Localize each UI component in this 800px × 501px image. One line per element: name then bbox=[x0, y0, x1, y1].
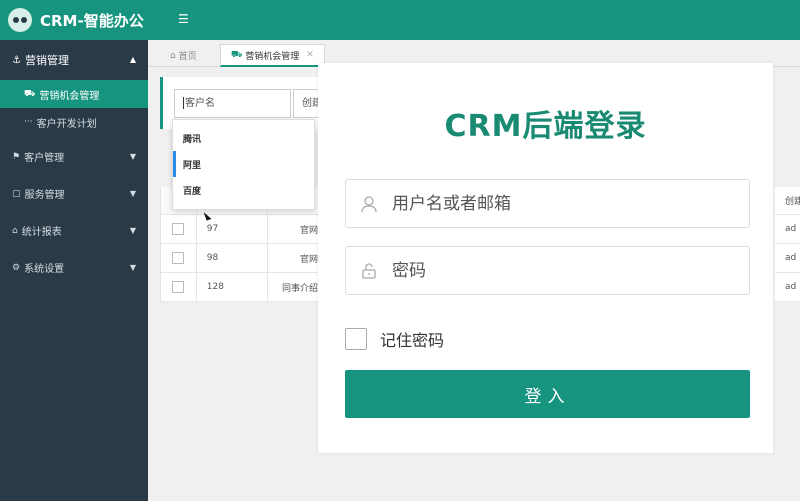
monitor-icon: ▢ bbox=[12, 188, 21, 199]
sidebar-item-label: 营销机会管理 bbox=[39, 90, 100, 102]
cell-source: 同事介绍 bbox=[281, 283, 318, 294]
caret-down-icon: ▼ bbox=[129, 263, 136, 272]
login-title: CRM后端登录 bbox=[444, 109, 647, 144]
sidebar-item-label: 客户开发计划 bbox=[36, 118, 97, 130]
table-right-column: 创建 ad ad ad bbox=[775, 187, 800, 302]
ellipsis-icon: ··· bbox=[24, 117, 33, 127]
login-panel: CRM后端登录 记住密码 登入 bbox=[318, 63, 773, 453]
cell-source: 官网 bbox=[299, 225, 318, 236]
sidebar-item-opportunity[interactable]: ⛟ 营销机会管理 bbox=[0, 80, 148, 108]
sidebar-item-service[interactable]: ▢ 服务管理 ▼ bbox=[0, 175, 148, 212]
cell-id: 128 bbox=[197, 273, 269, 301]
suggestion-item[interactable]: 腾讯 bbox=[173, 125, 314, 151]
anchor-icon: ⚓ bbox=[12, 54, 21, 66]
sidebar-section-marketing[interactable]: ⚓ 营销管理 ▲ bbox=[0, 40, 148, 80]
home-icon: ⌂ bbox=[12, 225, 18, 236]
tab-home[interactable]: ⌂ 首页 bbox=[160, 44, 207, 67]
gears-icon: ⚙ bbox=[12, 262, 21, 273]
sidebar-item-reports[interactable]: ⌂ 统计报表 ▼ bbox=[0, 212, 148, 249]
cell-creator: ad bbox=[775, 215, 800, 244]
username-field[interactable] bbox=[345, 179, 750, 228]
caret-down-icon: ▼ bbox=[129, 189, 136, 198]
top-bar: CRM-智能办公 ☰ bbox=[0, 0, 800, 40]
password-input[interactable] bbox=[392, 260, 732, 281]
column-header-creator: 创建 bbox=[775, 187, 800, 215]
row-checkbox[interactable] bbox=[172, 223, 185, 235]
caret-down-icon: ▼ bbox=[129, 226, 136, 235]
sidebar-section-label: 营销管理 bbox=[24, 54, 69, 67]
flag-icon: ⚑ bbox=[12, 151, 21, 162]
lock-icon bbox=[346, 262, 392, 280]
car-icon: ⛟ bbox=[24, 88, 36, 99]
cell-creator: ad bbox=[775, 244, 800, 273]
login-button[interactable]: 登入 bbox=[345, 370, 750, 418]
close-icon[interactable]: ✕ bbox=[306, 50, 314, 60]
username-input[interactable] bbox=[392, 193, 732, 214]
home-icon: ⌂ bbox=[170, 50, 179, 61]
sidebar-item-customers[interactable]: ⚑ 客户管理 ▼ bbox=[0, 138, 148, 175]
brand: CRM-智能办公 bbox=[0, 0, 148, 40]
table-row[interactable]: 97 官网 bbox=[161, 215, 320, 244]
row-checkbox[interactable] bbox=[172, 252, 185, 264]
tab-opportunity[interactable]: ⛟ 营销机会管理 ✕ bbox=[220, 44, 325, 67]
suggestion-item[interactable]: 百度 bbox=[173, 177, 314, 203]
car-icon: ⛟ bbox=[231, 49, 246, 60]
suggestion-item-selected[interactable]: 阿里 bbox=[173, 151, 314, 177]
row-checkbox[interactable] bbox=[172, 281, 185, 293]
app-title: CRM-智能办公 bbox=[40, 11, 144, 30]
table-row[interactable]: 128 同事介绍 bbox=[161, 273, 320, 302]
password-field[interactable] bbox=[345, 246, 750, 295]
caret-up-icon: ▲ bbox=[129, 55, 136, 64]
sidebar-item-label: 统计报表 bbox=[21, 227, 62, 238]
remember-checkbox[interactable] bbox=[345, 328, 367, 350]
cell-id: 98 bbox=[197, 244, 269, 272]
customer-suggestions-dropdown: 腾讯 阿里 百度 bbox=[172, 119, 315, 210]
sidebar-item-label: 服务管理 bbox=[24, 190, 65, 201]
customer-search-input[interactable]: 客户名 bbox=[174, 89, 291, 118]
remember-password[interactable]: 记住密码 bbox=[345, 327, 444, 351]
logo-icon bbox=[8, 8, 32, 32]
remember-label: 记住密码 bbox=[380, 331, 445, 350]
sidebar-item-label: 客户管理 bbox=[24, 153, 65, 164]
sidebar: ⚓ 营销管理 ▲ ⛟ 营销机会管理 ··· 客户开发计划 ⚑ 客户管理 ▼ ▢ … bbox=[0, 40, 148, 501]
cell-creator: ad bbox=[775, 273, 800, 302]
caret-down-icon: ▼ bbox=[129, 152, 136, 161]
sidebar-item-settings[interactable]: ⚙ 系统设置 ▼ bbox=[0, 249, 148, 286]
cell-source: 官网 bbox=[299, 254, 318, 265]
sidebar-item-dev-plan[interactable]: ··· 客户开发计划 bbox=[0, 108, 148, 136]
user-icon bbox=[346, 195, 392, 213]
sidebar-item-label: 系统设置 bbox=[24, 264, 65, 275]
menu-toggle-icon[interactable]: ☰ bbox=[178, 12, 189, 26]
table-row[interactable]: 98 官网 bbox=[161, 244, 320, 273]
